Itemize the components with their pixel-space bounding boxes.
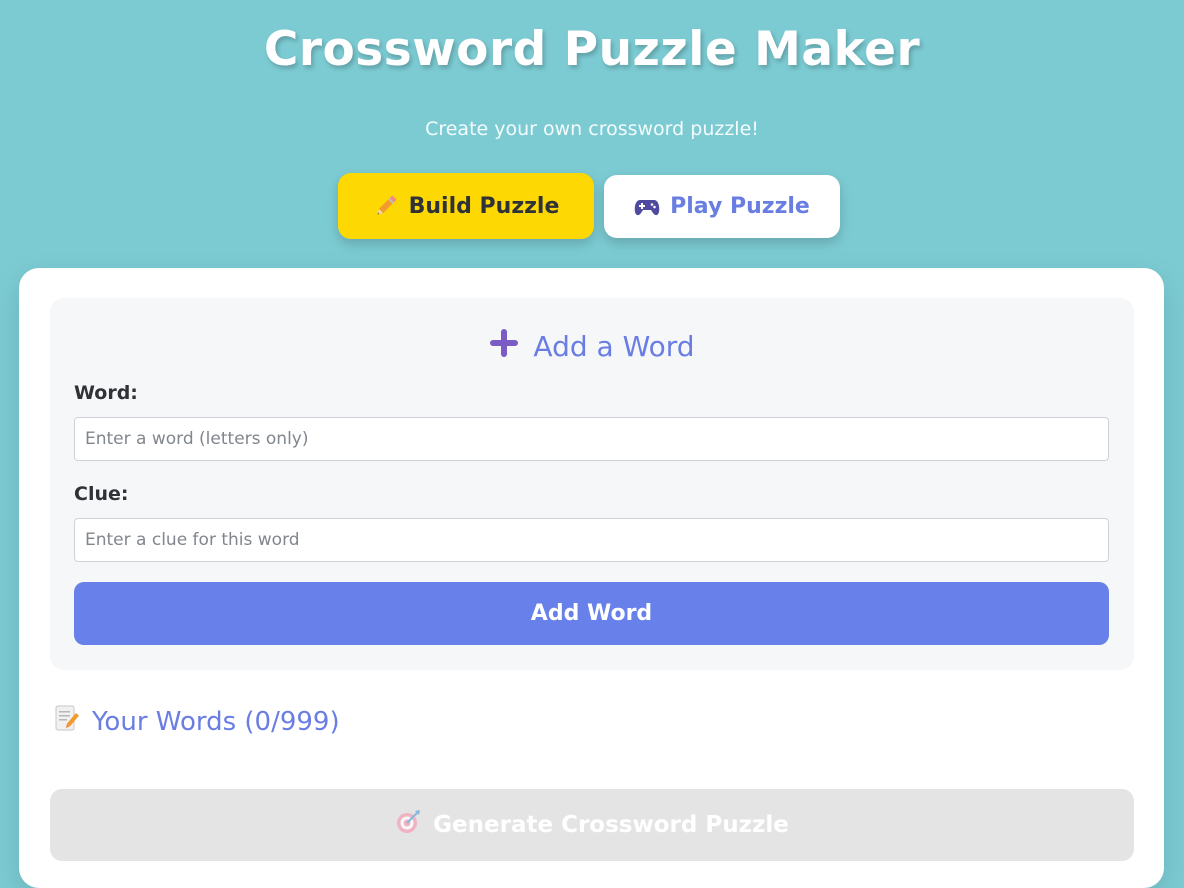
app-title: Crossword Puzzle Maker <box>263 22 921 77</box>
your-words-heading: Your Words (0/999) <box>54 704 340 739</box>
pencil-icon <box>373 193 399 219</box>
builder-panel: Add a Word Word: Clue: Add Word Your Wor… <box>19 268 1164 888</box>
add-word-heading: Add a Word <box>50 328 1134 365</box>
play-puzzle-tab[interactable]: Play Puzzle <box>604 175 840 238</box>
generate-puzzle-label: Generate Crossword Puzzle <box>433 812 789 838</box>
your-words-title: Your Words (0/999) <box>92 706 340 737</box>
add-word-button[interactable]: Add Word <box>74 582 1109 645</box>
word-input[interactable] <box>74 417 1109 461</box>
game-controller-icon <box>634 197 660 217</box>
generate-puzzle-button[interactable]: Generate Crossword Puzzle <box>50 789 1134 861</box>
clue-input[interactable] <box>74 518 1109 562</box>
add-word-title: Add a Word <box>533 330 695 363</box>
build-puzzle-label: Build Puzzle <box>408 193 560 219</box>
mode-tabs: Build Puzzle Play Puzzle <box>338 173 840 239</box>
word-label: Word: <box>74 382 138 404</box>
plus-icon <box>489 328 519 365</box>
add-word-card: Add a Word Word: Clue: Add Word <box>50 298 1134 670</box>
clue-label: Clue: <box>74 483 129 505</box>
target-icon <box>395 809 421 841</box>
app-subtitle: Create your own crossword puzzle! <box>425 118 759 140</box>
build-puzzle-tab[interactable]: Build Puzzle <box>338 173 594 239</box>
play-puzzle-label: Play Puzzle <box>670 194 810 219</box>
memo-icon <box>54 704 80 739</box>
